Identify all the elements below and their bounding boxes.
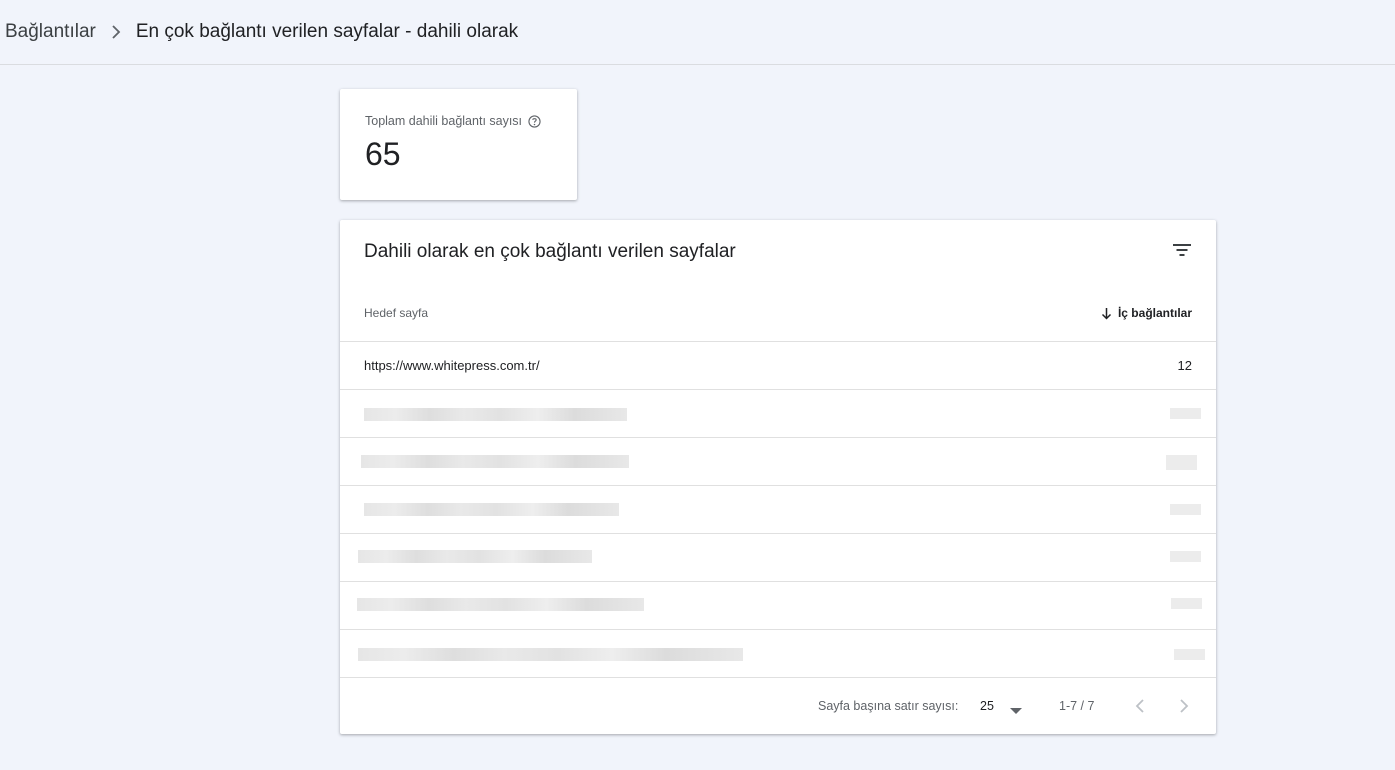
breadcrumb-root-link[interactable]: Bağlantılar (5, 21, 96, 43)
table-row[interactable] (340, 485, 1216, 533)
table-row[interactable] (340, 533, 1216, 581)
top-linked-pages-card: Dahili olarak en çok bağlantı verilen sa… (340, 220, 1216, 734)
rows-per-page-select[interactable]: 25 (980, 699, 994, 713)
redacted-url (361, 455, 629, 468)
pagination-bar: Sayfa başına satır sayısı: 25 1-7 / 7 (340, 677, 1216, 734)
page-header: Bağlantılar En çok bağlantı verilen sayf… (0, 0, 1395, 65)
help-circle-icon[interactable] (528, 114, 541, 128)
table-row[interactable] (340, 581, 1216, 629)
target-page-url[interactable]: https://www.whitepress.com.tr/ (364, 358, 540, 373)
redacted-url (358, 550, 592, 563)
redacted-count (1174, 649, 1205, 660)
filter-list-icon[interactable] (1168, 238, 1196, 262)
page-title: En çok bağlantı verilen sayfalar - dahil… (135, 21, 519, 42)
caret-down-icon[interactable] (1009, 702, 1023, 714)
table-title: Dahili olarak en çok bağlantı verilen sa… (364, 241, 736, 262)
redacted-count (1170, 504, 1201, 515)
redacted-url (364, 408, 627, 421)
column-header-internal-links[interactable]: İç bağlantılar (1101, 306, 1192, 320)
redacted-url (364, 503, 619, 516)
table-row[interactable]: https://www.whitepress.com.tr/ 12 (340, 341, 1216, 389)
internal-links-count: 12 (1177, 358, 1192, 373)
redacted-count (1170, 408, 1201, 419)
stat-label-row: Toplam dahili bağlantı sayısı (365, 114, 577, 128)
redacted-url (357, 598, 644, 611)
redacted-count (1171, 598, 1202, 609)
table-row[interactable] (340, 389, 1216, 437)
table-row[interactable] (340, 437, 1216, 485)
redacted-url (358, 648, 743, 661)
column-header-target-page[interactable]: Hedef sayfa (364, 306, 428, 320)
redacted-count (1166, 455, 1197, 470)
internal-links-header-label: İç bağlantılar (1117, 306, 1192, 320)
chevron-right-icon[interactable] (1172, 694, 1196, 718)
rows-per-page-label: Sayfa başına satır sayısı: (818, 699, 959, 713)
total-internal-links-card: Toplam dahili bağlantı sayısı 65 (340, 89, 577, 200)
table-row[interactable] (340, 629, 1216, 677)
table-body: https://www.whitepress.com.tr/ 12 (340, 341, 1216, 677)
arrow-down-icon (1101, 307, 1112, 320)
pagination-range: 1-7 / 7 (1059, 699, 1095, 713)
stat-label: Toplam dahili bağlantı sayısı (365, 114, 523, 128)
chevron-right-icon (96, 20, 136, 44)
redacted-count (1170, 551, 1201, 562)
stat-value: 65 (365, 136, 401, 172)
chevron-left-icon[interactable] (1128, 694, 1152, 718)
